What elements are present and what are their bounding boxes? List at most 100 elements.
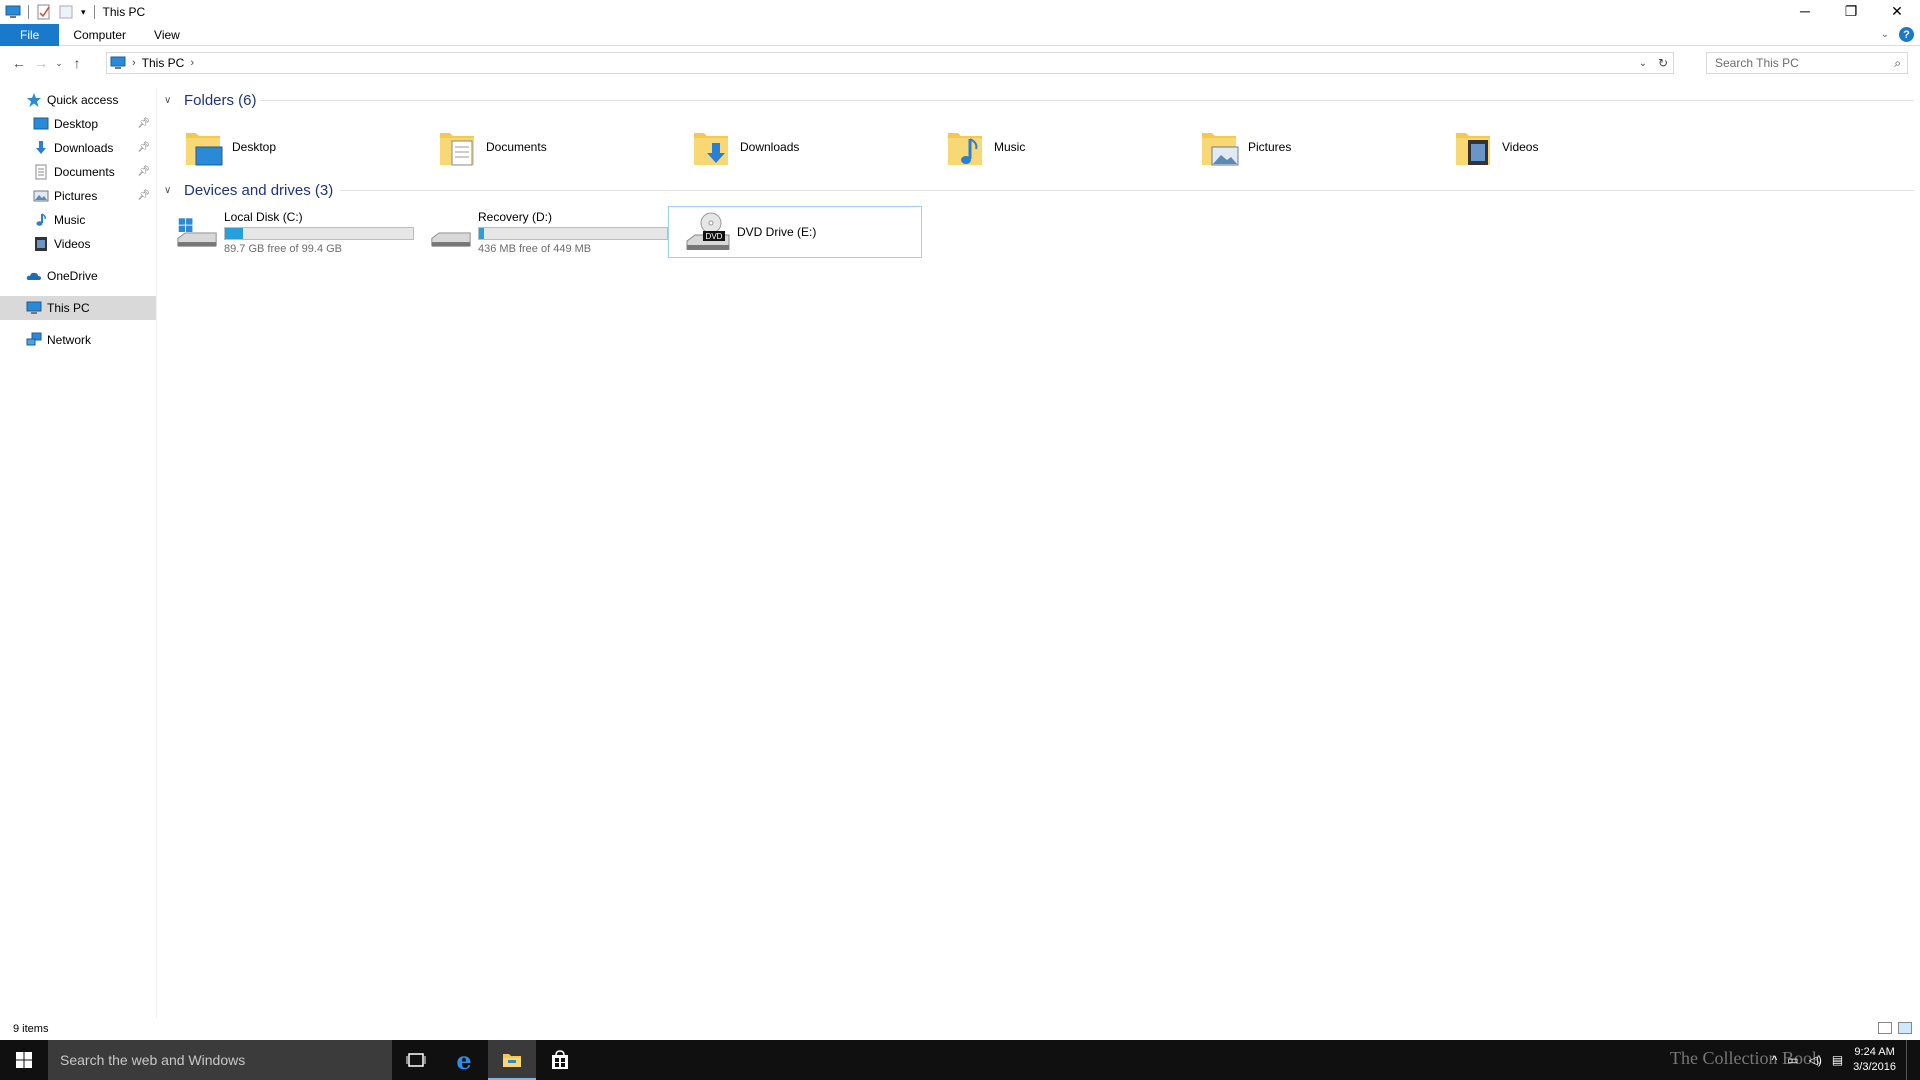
maximize-button[interactable]: ❐ <box>1828 0 1874 22</box>
sidebar-item-network[interactable]: Network <box>0 328 156 352</box>
group-divider <box>260 100 1914 101</box>
sidebar-item-documents[interactable]: Documents 📌︎ <box>0 160 156 184</box>
refresh-icon[interactable]: ↻ <box>1653 56 1673 70</box>
drive-c[interactable]: Local Disk (C:) 89.7 GB free of 99.4 GB <box>160 206 414 258</box>
sidebar-item-pictures[interactable]: Pictures 📌︎ <box>0 184 156 208</box>
forward-button[interactable]: → <box>30 52 52 74</box>
pin-icon: 📌︎ <box>137 166 150 177</box>
clock[interactable]: 9:24 AM 3/3/2016 <box>1853 1045 1896 1075</box>
taskbar-search-input[interactable]: Search the web and Windows <box>48 1040 392 1080</box>
dvd-drive-icon: DVD <box>686 212 730 250</box>
computer-icon[interactable] <box>5 4 21 20</box>
folders-group-title: Folders (6) <box>184 91 257 109</box>
file-explorer-icon <box>503 1054 521 1067</box>
show-hidden-icons-icon[interactable]: ^ <box>1772 1053 1778 1067</box>
folder-label: Music <box>994 140 1026 154</box>
drive-name: Recovery (D:) <box>478 209 553 224</box>
sidebar-item-label: Downloads <box>54 141 114 155</box>
navigation-pane: Quick access Desktop 📌︎ Downloads 📌︎ Doc… <box>0 88 157 1018</box>
drive-d[interactable]: Recovery (D:) 436 MB free of 449 MB <box>414 206 668 258</box>
store-button[interactable] <box>536 1040 584 1080</box>
drive-usage-bar <box>224 226 414 240</box>
drives-group-header[interactable]: ∨ Devices and drives (3) <box>160 178 1920 202</box>
address-dropdown-icon[interactable]: ⌄ <box>1633 58 1653 69</box>
folders-group-header[interactable]: ∨ Folders (6) <box>160 88 1920 112</box>
task-view-button[interactable] <box>392 1040 440 1080</box>
svg-text:DVD: DVD <box>706 232 723 241</box>
folder-label: Pictures <box>1248 140 1292 154</box>
folder-documents[interactable]: Documents <box>414 123 668 171</box>
pin-icon: 📌︎ <box>137 142 150 153</box>
folder-desktop[interactable]: Desktop <box>160 123 414 171</box>
volume-icon[interactable]: ◁) <box>1809 1053 1822 1067</box>
back-button[interactable]: ← <box>8 52 30 74</box>
folder-videos[interactable]: Videos <box>1430 123 1684 171</box>
sidebar-item-label: OneDrive <box>47 269 98 283</box>
sidebar-item-label: Network <box>47 333 92 347</box>
network-status-icon[interactable]: ▭ <box>1787 1053 1798 1067</box>
show-desktop-button[interactable] <box>1906 1040 1910 1080</box>
chevron-down-icon[interactable]: ∨ <box>164 185 180 196</box>
sidebar-item-music[interactable]: Music <box>0 208 156 232</box>
search-input[interactable]: Search This PC ⌕ <box>1706 52 1908 74</box>
properties-icon[interactable] <box>36 4 52 20</box>
sidebar-item-quick-access[interactable]: Quick access <box>0 88 156 112</box>
folder-label: Downloads <box>740 140 800 154</box>
drives-grid: Local Disk (C:) 89.7 GB free of 99.4 GB … <box>160 206 1920 258</box>
edge-icon: e <box>456 1045 472 1075</box>
breadcrumb-this-pc[interactable]: This PC <box>142 56 185 70</box>
tab-file[interactable]: File <box>0 23 60 46</box>
this-pc-icon <box>110 56 126 69</box>
details-view-icon[interactable] <box>1878 1022 1892 1034</box>
drive-free-space: 89.7 GB free of 99.4 GB <box>224 242 343 255</box>
system-tray: ^ ▭ ◁) ▤ 9:24 AM 3/3/2016 <box>1772 1040 1910 1080</box>
status-bar: 9 items <box>0 1018 1920 1040</box>
sidebar-item-this-pc[interactable]: This PC <box>0 296 156 320</box>
start-button[interactable] <box>0 1040 48 1080</box>
address-bar[interactable]: › This PC › ⌄ ↻ <box>106 52 1674 74</box>
file-explorer-button[interactable] <box>488 1040 536 1080</box>
expand-ribbon-icon[interactable]: ⌄ <box>1881 29 1889 40</box>
sidebar-item-downloads[interactable]: Downloads 📌︎ <box>0 136 156 160</box>
close-button[interactable]: ✕ <box>1874 0 1920 22</box>
chevron-down-icon[interactable]: ∨ <box>164 95 180 106</box>
clock-time: 9:24 AM <box>1854 1046 1895 1058</box>
desktop-folder-icon <box>186 133 223 166</box>
sidebar-item-label: Videos <box>54 237 91 251</box>
folder-music[interactable]: Music <box>922 123 1176 171</box>
breadcrumb-separator-icon[interactable]: › <box>132 57 136 69</box>
documents-icon <box>35 164 47 180</box>
sidebar-item-desktop[interactable]: Desktop 📌︎ <box>0 112 156 136</box>
pin-icon: 📌︎ <box>137 118 150 129</box>
new-folder-icon[interactable] <box>58 4 74 20</box>
sidebar-item-label: Music <box>54 213 86 227</box>
help-icon[interactable]: ? <box>1899 27 1914 42</box>
drive-usage-fill <box>225 227 244 239</box>
tab-view[interactable]: View <box>140 24 194 46</box>
drive-e[interactable]: DVD DVD Drive (E:) <box>668 206 922 258</box>
large-icons-view-icon[interactable] <box>1898 1022 1912 1034</box>
edge-button[interactable]: e <box>440 1040 488 1080</box>
pictures-icon <box>33 190 49 202</box>
search-icon[interactable]: ⌕ <box>1894 56 1901 71</box>
music-folder-icon <box>948 133 982 165</box>
up-button[interactable]: ↑ <box>66 52 88 74</box>
folder-label: Videos <box>1502 140 1539 154</box>
breadcrumb-chevron-icon[interactable]: › <box>190 57 194 69</box>
sidebar-item-onedrive[interactable]: OneDrive <box>0 264 156 288</box>
downloads-icon <box>36 141 46 154</box>
customize-toolbar-icon[interactable]: ▾ <box>81 7 86 18</box>
music-icon <box>36 213 46 226</box>
folder-downloads[interactable]: Downloads <box>668 123 922 171</box>
taskbar: Search the web and Windows e The Collect… <box>0 1040 1920 1080</box>
drive-name: DVD Drive (E:) <box>737 225 817 239</box>
action-center-icon[interactable]: ▤ <box>1832 1053 1843 1067</box>
tab-computer[interactable]: Computer <box>59 24 140 46</box>
minimize-button[interactable]: ─ <box>1782 0 1828 22</box>
videos-folder-icon <box>1456 133 1490 165</box>
group-divider <box>340 190 1914 191</box>
recent-locations-button[interactable]: ⌄ <box>52 52 66 74</box>
cloud-icon <box>26 272 41 280</box>
folder-pictures[interactable]: Pictures <box>1176 123 1430 171</box>
sidebar-item-videos[interactable]: Videos <box>0 232 156 256</box>
